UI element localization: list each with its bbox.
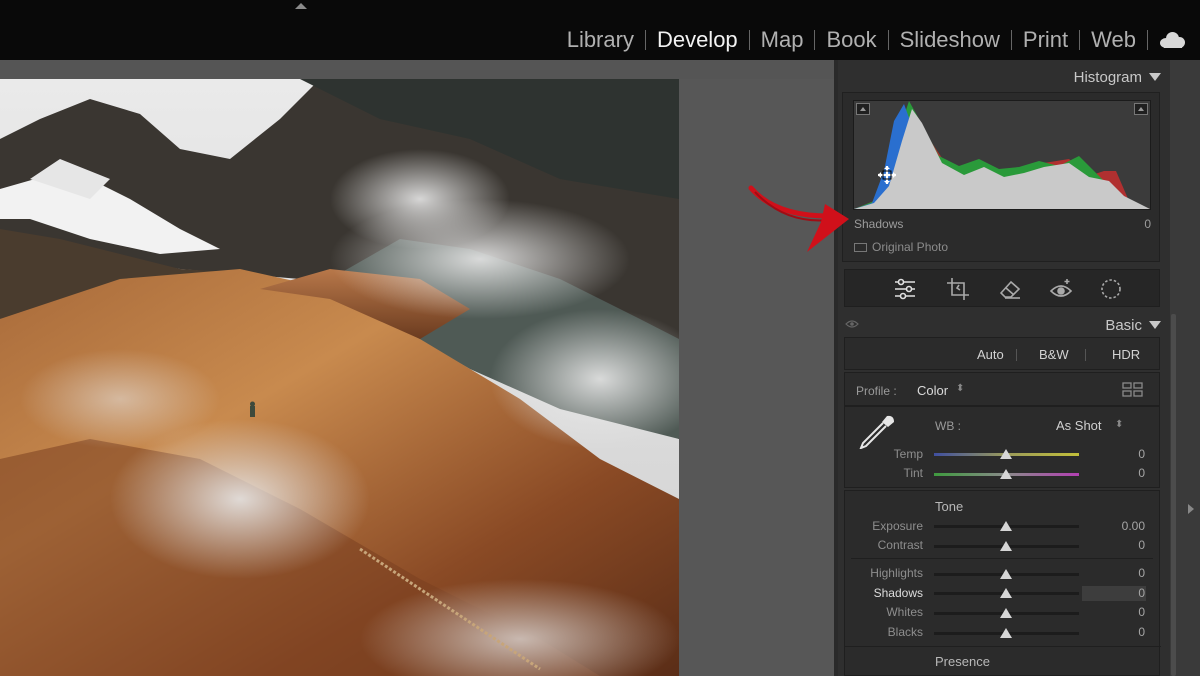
contrast-value[interactable]: 0	[1095, 538, 1145, 552]
original-photo-toggle[interactable]: Original Photo	[854, 240, 948, 254]
sliders-icon[interactable]	[892, 276, 918, 302]
histogram-panel: Shadows 0 Original Photo	[842, 92, 1160, 262]
histogram-header[interactable]: Histogram	[838, 62, 1170, 92]
module-book[interactable]: Book	[815, 26, 887, 54]
exposure-slider-thumb[interactable]	[1000, 521, 1012, 531]
temp-slider-thumb[interactable]	[1000, 449, 1012, 459]
auto-button[interactable]: Auto	[969, 345, 1012, 364]
basic-title: Basic	[1105, 317, 1142, 334]
module-picker: Library Develop Map Book Slideshow Print…	[556, 25, 1186, 55]
button-separator	[1085, 349, 1086, 361]
treatment-bar: Auto B&W HDR	[844, 337, 1160, 370]
shadows-value[interactable]: 0	[1095, 586, 1145, 600]
photo-preview[interactable]	[0, 79, 679, 676]
eraser-icon[interactable]	[997, 276, 1023, 302]
move-cursor-icon	[878, 166, 896, 184]
highlights-value[interactable]: 0	[1095, 566, 1145, 580]
collapse-triangle-icon[interactable]	[1149, 321, 1161, 329]
panel-scrollbar[interactable]	[1171, 314, 1176, 676]
histogram-hover-value: 0	[1144, 217, 1151, 231]
profile-select[interactable]: Color	[917, 383, 948, 398]
module-web[interactable]: Web	[1080, 26, 1147, 54]
histogram-title: Histogram	[1073, 69, 1142, 86]
crop-icon[interactable]	[945, 276, 971, 302]
module-develop[interactable]: Develop	[646, 26, 749, 54]
blacks-label: Blacks	[887, 625, 923, 639]
annotation-arrow-icon	[748, 185, 849, 252]
module-bar: Library Develop Map Book Slideshow Print…	[0, 0, 1200, 60]
redeye-icon[interactable]	[1048, 276, 1074, 302]
tone-group: Tone Exposure 0.00 Contrast 0 Highlights…	[844, 490, 1161, 676]
panel-toggle-arrow-icon[interactable]	[295, 3, 307, 9]
original-photo-icon	[854, 242, 867, 252]
white-balance-group: WB : As Shot ⬍ Temp 0 Tint 0	[844, 406, 1160, 488]
original-photo-label: Original Photo	[872, 240, 949, 254]
presence-divider	[845, 646, 1161, 647]
temp-label: Temp	[893, 447, 923, 461]
basic-header[interactable]: Basic	[838, 310, 1170, 340]
visibility-eye-icon[interactable]	[845, 319, 859, 329]
module-slideshow[interactable]: Slideshow	[889, 26, 1011, 54]
workspace-background	[679, 79, 834, 676]
contrast-slider-thumb[interactable]	[1000, 541, 1012, 551]
tint-label: Tint	[903, 466, 923, 480]
wb-label: WB :	[935, 419, 961, 433]
histogram-graph[interactable]	[853, 100, 1151, 210]
cloud-icon[interactable]	[1160, 32, 1186, 48]
wb-select-arrows-icon[interactable]: ⬍	[1115, 419, 1123, 430]
shadow-clipping-toggle[interactable]	[856, 103, 870, 115]
bw-button[interactable]: B&W	[1031, 345, 1077, 364]
histogram-hover-label: Shadows	[854, 217, 904, 231]
profile-browser-grid-icon[interactable]	[1122, 382, 1144, 398]
exposure-label: Exposure	[872, 519, 923, 533]
collapse-triangle-icon[interactable]	[1149, 73, 1161, 81]
tool-strip	[844, 269, 1160, 307]
tint-value[interactable]: 0	[1095, 466, 1145, 480]
exposure-value[interactable]: 0.00	[1095, 519, 1145, 533]
module-separator	[1147, 30, 1148, 50]
whites-value[interactable]: 0	[1095, 605, 1145, 619]
button-separator	[1016, 349, 1017, 361]
hdr-button[interactable]: HDR	[1104, 345, 1148, 364]
module-map[interactable]: Map	[750, 26, 815, 54]
blacks-slider-thumb[interactable]	[1000, 628, 1012, 638]
shadows-label: Shadows	[873, 586, 923, 600]
highlights-label: Highlights	[870, 566, 923, 580]
highlight-clipping-toggle[interactable]	[1134, 103, 1148, 115]
wb-select[interactable]: As Shot	[1056, 418, 1102, 433]
whites-label: Whites	[886, 605, 923, 619]
eyedropper-icon[interactable]	[857, 413, 897, 449]
module-print[interactable]: Print	[1012, 26, 1079, 54]
tone-divider	[851, 558, 1153, 559]
tint-slider-thumb[interactable]	[1000, 469, 1012, 479]
highlights-slider-thumb[interactable]	[1000, 569, 1012, 579]
tone-title: Tone	[935, 499, 964, 514]
right-panel: Histogram Shadows 0 Original Photo Basic…	[838, 60, 1170, 676]
profile-label: Profile :	[856, 384, 897, 398]
profile-select-arrows-icon[interactable]: ⬍	[956, 383, 964, 394]
profile-row: Profile : Color ⬍	[844, 372, 1160, 406]
right-panel-toggle-arrow-icon[interactable]	[1188, 504, 1194, 514]
shadows-slider-thumb[interactable]	[1000, 588, 1012, 598]
masking-icon[interactable]	[1098, 276, 1124, 302]
blacks-value[interactable]: 0	[1095, 625, 1145, 639]
presence-title: Presence	[935, 654, 990, 669]
module-library[interactable]: Library	[556, 26, 645, 54]
contrast-label: Contrast	[877, 538, 923, 552]
whites-slider-thumb[interactable]	[1000, 608, 1012, 618]
workspace-top-border	[0, 60, 834, 79]
temp-value[interactable]: 0	[1095, 447, 1145, 461]
